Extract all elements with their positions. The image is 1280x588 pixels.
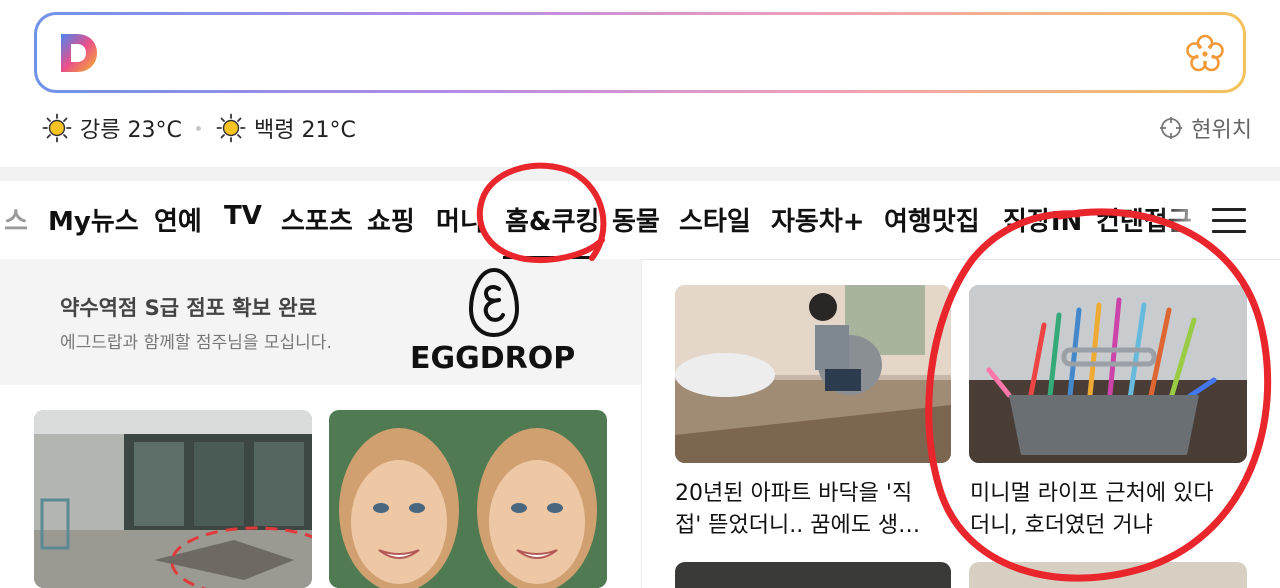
tab-auto[interactable]: 자동차+: [771, 201, 865, 238]
caption-line: 접' 뜯었더니.. 꿈에도 생…: [675, 513, 921, 538]
search-input[interactable]: [117, 27, 1161, 81]
weather-text: 강릉 23°C: [80, 118, 182, 143]
egg-logo-icon: [468, 267, 520, 338]
flower-icon[interactable]: [1185, 34, 1225, 74]
search-bar[interactable]: [34, 12, 1246, 93]
crosshair-icon: [1160, 117, 1183, 139]
caption-line: 더니, 호더였던 거냐: [970, 513, 1153, 538]
article-caption[interactable]: 미니멀 라이프 근처에 있다 더니, 호더였던 거냐: [970, 478, 1214, 542]
tab-home-cooking[interactable]: 홈&쿠킹: [505, 201, 599, 238]
ad-brand: EGGDROP: [410, 341, 576, 376]
article-thumbnail-apartment[interactable]: [34, 410, 312, 588]
tab-sports[interactable]: 스포츠: [281, 201, 353, 238]
article-thumbnail-next[interactable]: [969, 562, 1247, 588]
tab-tv[interactable]: TV: [224, 201, 262, 231]
pencils-photo: [969, 285, 1247, 463]
separator-dot: [196, 126, 201, 131]
search-box[interactable]: [37, 15, 1243, 90]
daum-logo-icon[interactable]: [55, 30, 101, 76]
weather-item[interactable]: 강릉 23°C: [42, 110, 182, 146]
weather-item[interactable]: 백령 21°C: [216, 110, 356, 146]
tab-animals[interactable]: 동물: [612, 201, 660, 238]
column-divider: [641, 259, 642, 588]
tab-entertainment[interactable]: 연예: [154, 201, 202, 238]
ad-banner[interactable]: 약수역점 S급 점포 확보 완료 에그드랍과 함께할 점주님을 모십니다. EG…: [0, 259, 641, 385]
weather-row: 강릉 23°C 백령 21°C 현위치: [42, 110, 1252, 146]
ad-description: 에그드랍과 함께할 점주님을 모십니다.: [60, 333, 332, 353]
tab-style[interactable]: 스타일: [679, 201, 751, 238]
sun-icon: [216, 113, 246, 143]
article-thumbnail-pencils[interactable]: [969, 285, 1247, 463]
next-photo: [675, 562, 951, 588]
tab-money[interactable]: 머니: [436, 201, 484, 238]
weather-text: 백령 21°C: [254, 118, 356, 143]
article-thumbnail-faces[interactable]: [329, 410, 607, 588]
article-thumbnail-floor[interactable]: [675, 285, 951, 463]
tab-shopping[interactable]: 쇼핑: [367, 201, 415, 238]
section-separator: [0, 167, 1280, 181]
caption-line: 20년된 아파트 바닥을 '직: [675, 481, 913, 506]
tab-travel-food[interactable]: 여행맛집: [884, 201, 980, 238]
sun-icon: [42, 113, 72, 143]
hamburger-menu-icon[interactable]: [1212, 208, 1246, 234]
tab-work[interactable]: 직장IN: [1003, 201, 1082, 238]
apartment-photo: [34, 410, 312, 588]
article-caption[interactable]: 20년된 아파트 바닥을 '직 접' 뜯었더니.. 꿈에도 생…: [675, 478, 920, 542]
ad-title: 약수역점 S급 점포 확보 완료: [60, 296, 317, 320]
location-button[interactable]: 현위치: [1159, 110, 1252, 146]
next-photo: [969, 562, 1247, 588]
tab-mynews[interactable]: My뉴스: [48, 201, 139, 238]
nav-fade: [1160, 181, 1210, 258]
faces-photo: [329, 410, 607, 588]
article-thumbnail-next[interactable]: [675, 562, 951, 588]
tab-partial[interactable]: 스: [4, 201, 28, 238]
caption-line: 미니멀 라이프 근처에 있다: [970, 481, 1214, 506]
location-label: 현위치: [1191, 118, 1252, 143]
category-nav: 스 My뉴스 연예 TV 스포츠 쇼핑 머니 홈&쿠킹 동물 스타일 자동차+ …: [0, 181, 1280, 260]
floor-photo: [675, 285, 951, 463]
